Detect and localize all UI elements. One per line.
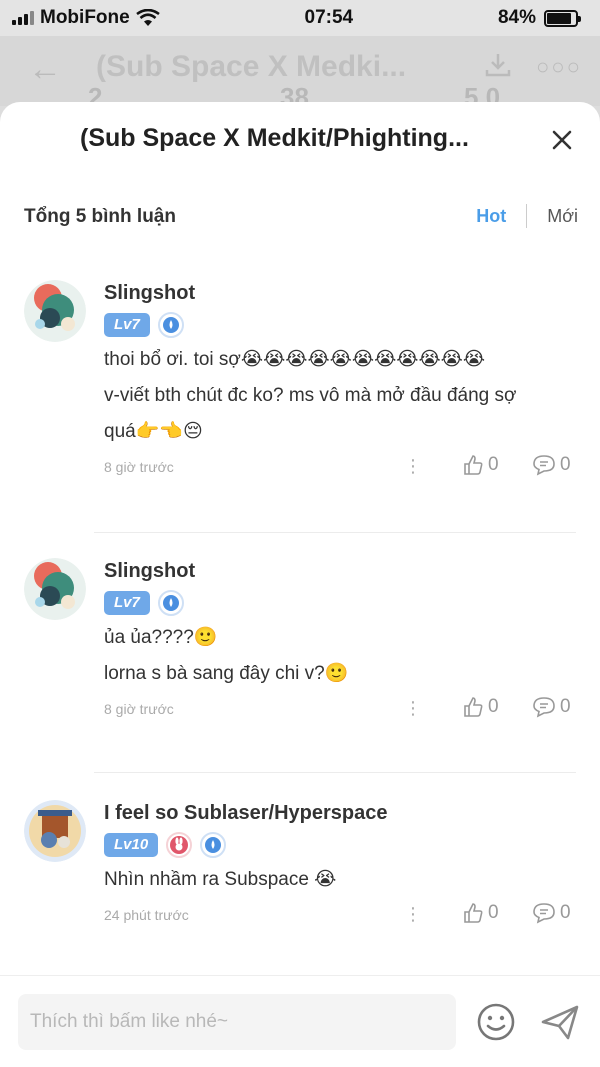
timestamp: 24 phút trước xyxy=(104,907,189,923)
badges: Lv7 xyxy=(104,312,584,338)
more-vertical-icon[interactable]: ⋮ xyxy=(404,456,422,477)
emoji-icon xyxy=(477,1003,515,1041)
close-button[interactable] xyxy=(544,122,580,158)
more-icon: ○○○ xyxy=(536,54,582,79)
download-icon xyxy=(485,54,511,77)
status-right: 84% xyxy=(497,7,581,29)
level-badge: Lv10 xyxy=(104,833,159,857)
sort-new-tab[interactable]: Mới xyxy=(547,206,578,227)
like-icon xyxy=(464,903,483,923)
comments-sheet: (Sub Space X Medkit/Phighting... Tổng 5 … xyxy=(0,102,600,1067)
comment-text: ủa ủa????🙂 lorna s bà sang đây chi v?🙂 xyxy=(104,620,584,692)
comment-line: v-viết bth chút đc ko? ms vô mà mở đầu đ… xyxy=(104,385,517,406)
like-count: 0 xyxy=(488,454,499,475)
reply-count: 0 xyxy=(560,454,571,475)
level-badge: Lv7 xyxy=(104,313,150,337)
comment-meta: 24 phút trước ⋮ 0 0 xyxy=(104,902,584,932)
comment-meta: 8 giờ trước ⋮ 0 0 xyxy=(104,454,584,484)
carrier-label: MobiFone xyxy=(40,7,130,28)
username[interactable]: Slingshot xyxy=(104,558,584,584)
comment-line: quá👉👈😔 xyxy=(104,421,203,442)
avatar[interactable] xyxy=(24,800,86,862)
comment-body: I feel so Sublaser/Hyperspace Lv10 Nhìn … xyxy=(104,800,584,932)
badges: Lv7 xyxy=(104,590,584,616)
like-icon xyxy=(464,455,483,475)
username[interactable]: I feel so Sublaser/Hyperspace xyxy=(104,800,584,826)
like-button[interactable]: 0 xyxy=(462,696,499,718)
comment-text: Nhìn nhầm ra Subspace 😭 xyxy=(104,862,584,898)
sort-hot-tab[interactable]: Hot xyxy=(476,206,506,227)
signal-icon xyxy=(12,11,34,25)
badges: Lv10 xyxy=(104,832,584,858)
reply-button[interactable]: 0 xyxy=(532,454,571,476)
battery-fill xyxy=(547,12,571,24)
like-button[interactable]: 0 xyxy=(462,454,499,476)
comment-line: Nhìn nhầm ra Subspace 😭 xyxy=(104,869,337,890)
like-count: 0 xyxy=(488,696,499,717)
send-button[interactable] xyxy=(538,1000,582,1044)
battery-icon xyxy=(544,9,581,27)
sort-divider xyxy=(526,204,528,228)
like-icon xyxy=(464,697,483,717)
comment-input[interactable] xyxy=(18,994,456,1050)
more-vertical-icon[interactable]: ⋮ xyxy=(404,904,422,925)
back-arrow-icon: ← xyxy=(28,50,62,88)
background-header: ← (Sub Space X Medki... 2 38 5.0 ○○○ xyxy=(0,36,600,112)
send-icon xyxy=(541,1005,579,1040)
more-vertical-icon[interactable]: ⋮ xyxy=(404,698,422,719)
comment-count: Tổng 5 bình luận xyxy=(24,206,176,227)
comment-icon xyxy=(533,455,555,476)
comment-body: Slingshot Lv7 thoi bổ ơi. toi sợ😭😭😭😭😭😭😭😭… xyxy=(104,280,584,484)
timestamp: 8 giờ trước xyxy=(104,459,174,475)
comment-line: lorna s bà sang đây chi v?🙂 xyxy=(104,663,349,684)
comment-line: ủa ủa????🙂 xyxy=(104,627,218,648)
status-left: MobiFone xyxy=(12,7,160,29)
timestamp: 8 giờ trước xyxy=(104,701,174,717)
avatar[interactable] xyxy=(24,280,86,342)
comment-icon xyxy=(533,903,555,924)
background-title: (Sub Space X Medki... xyxy=(96,50,407,83)
comment-input-bar xyxy=(0,975,600,1067)
sort-tabs: Hot Mới xyxy=(476,204,578,228)
like-button[interactable]: 0 xyxy=(462,902,499,924)
emoji-button[interactable] xyxy=(474,1000,518,1044)
water-drop-badge-icon xyxy=(200,832,227,858)
clock: 07:54 xyxy=(304,7,354,28)
comment-text: thoi bổ ơi. toi sợ😭😭😭😭😭😭😭😭😭😭😭 v-viết bth… xyxy=(104,342,584,450)
reply-button[interactable]: 0 xyxy=(532,902,571,924)
wifi-icon xyxy=(135,9,160,26)
bunny-badge-icon xyxy=(166,832,193,858)
comment-line: thoi bổ ơi. toi sợ😭😭😭😭😭😭😭😭😭😭😭 xyxy=(104,349,486,370)
reply-button[interactable]: 0 xyxy=(532,696,571,718)
avatar[interactable] xyxy=(24,558,86,620)
comment-divider xyxy=(94,772,576,773)
comment-icon xyxy=(533,697,555,718)
comment-body: Slingshot Lv7 ủa ủa????🙂 lorna s bà sang… xyxy=(104,558,584,726)
comment-divider xyxy=(94,532,576,533)
sheet-title: (Sub Space X Medkit/Phighting... xyxy=(80,124,469,152)
reply-count: 0 xyxy=(560,902,571,923)
water-drop-badge-icon xyxy=(157,590,184,616)
close-icon xyxy=(552,130,572,150)
username[interactable]: Slingshot xyxy=(104,280,584,306)
battery-percent: 84% xyxy=(497,7,536,28)
level-badge: Lv7 xyxy=(104,591,150,615)
status-bar: MobiFone 07:54 84% xyxy=(0,0,600,36)
reply-count: 0 xyxy=(560,696,571,717)
comment-meta: 8 giờ trước ⋮ 0 0 xyxy=(104,696,584,726)
water-drop-badge-icon xyxy=(157,312,184,338)
like-count: 0 xyxy=(488,902,499,923)
